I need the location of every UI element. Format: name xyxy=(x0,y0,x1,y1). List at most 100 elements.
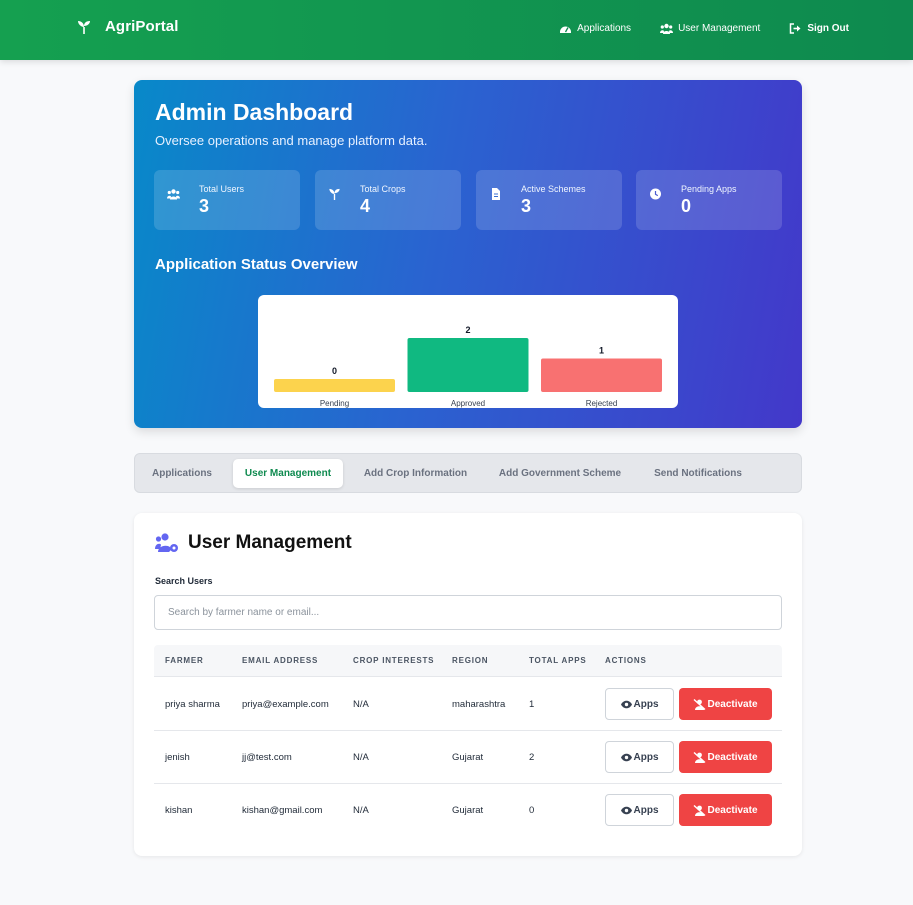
cell-email: kishan@gmail.com xyxy=(242,805,323,816)
nav-user-management-label: User Management xyxy=(678,23,761,34)
user-slash-icon xyxy=(694,804,706,816)
cell-total-apps: 0 xyxy=(529,805,535,816)
cell-farmer: priya sharma xyxy=(165,699,220,710)
stat-value: 3 xyxy=(521,196,532,216)
cell-region: Gujarat xyxy=(452,805,484,816)
data-label-rejected: 1 xyxy=(599,346,604,356)
stat-label: Total Users xyxy=(199,184,245,194)
stat-pending-apps: Pending Apps 0 xyxy=(636,170,782,230)
deactivate-label: Deactivate xyxy=(707,751,758,763)
column-header-farmer: FARMER xyxy=(165,656,204,665)
category-label-rejected: Rejected xyxy=(586,399,618,408)
nav-user-management[interactable]: User Management xyxy=(660,23,760,34)
stat-total-users: Total Users 3 xyxy=(154,170,300,230)
bar-chart: 0 Pending 2 Approved 1 Rejected xyxy=(274,324,662,408)
nav-links: Applications User Management Sign Out xyxy=(559,23,849,34)
tab-add-government-scheme[interactable]: Add Government Scheme xyxy=(487,459,633,488)
gauge-icon xyxy=(560,26,572,33)
sign-out-icon xyxy=(790,23,801,34)
users-icon xyxy=(660,23,674,34)
stat-label: Active Schemes xyxy=(521,184,586,194)
cell-region: maharashtra xyxy=(452,699,506,710)
cell-total-apps: 1 xyxy=(529,699,535,710)
tab-user-management[interactable]: User Management xyxy=(233,459,343,488)
user-slash-icon xyxy=(694,698,706,710)
tab-applications[interactable]: Applications xyxy=(143,459,221,488)
table-row: kishan kishan@gmail.com N/A Gujarat 0 Ap… xyxy=(154,784,782,837)
cell-crop-interests: N/A xyxy=(353,699,369,710)
user-slash-icon xyxy=(694,751,706,763)
table-header: FARMER EMAIL ADDRESS CROP INTERESTS REGI… xyxy=(154,645,782,677)
table-row: priya sharma priya@example.com N/A mahar… xyxy=(154,678,782,731)
cell-total-apps: 2 xyxy=(529,752,535,763)
column-header-total-apps: TOTAL APPS xyxy=(529,656,587,665)
view-apps-button[interactable]: Apps xyxy=(605,794,674,826)
user-management-panel: User Management Search Users FARMER EMAI… xyxy=(134,513,802,856)
column-header-actions: ACTIONS xyxy=(605,656,647,665)
deactivate-label: Deactivate xyxy=(707,804,758,816)
bar-pending xyxy=(274,379,395,392)
deactivate-label: Deactivate xyxy=(707,698,758,710)
deactivate-button[interactable]: Deactivate xyxy=(679,741,772,773)
stat-label: Total Crops xyxy=(360,184,406,194)
users-icon xyxy=(167,189,180,200)
seedling-icon xyxy=(78,20,90,34)
view-apps-label: Apps xyxy=(633,751,659,763)
clock-icon xyxy=(650,188,661,200)
admin-tabs: Applications User Management Add Crop In… xyxy=(134,453,802,493)
overview-title: Application Status Overview xyxy=(155,256,358,273)
eye-icon xyxy=(620,753,632,761)
stat-active-schemes: Active Schemes 3 xyxy=(476,170,622,230)
cell-farmer: kishan xyxy=(165,805,193,816)
page-title: Admin Dashboard xyxy=(155,99,354,125)
data-label-approved: 2 xyxy=(465,325,470,335)
tab-add-crop-information[interactable]: Add Crop Information xyxy=(353,459,478,488)
search-label: Search Users xyxy=(155,576,213,586)
eye-icon xyxy=(620,700,632,708)
cell-region: Gujarat xyxy=(452,752,484,763)
cell-crop-interests: N/A xyxy=(353,752,369,763)
deactivate-button[interactable]: Deactivate xyxy=(679,794,772,826)
cell-crop-interests: N/A xyxy=(353,805,369,816)
view-apps-label: Apps xyxy=(633,804,659,816)
table-row: jenish jj@test.com N/A Gujarat 2 Apps De… xyxy=(154,731,782,784)
brand-name: AgriPortal xyxy=(105,18,179,35)
bar-approved xyxy=(407,338,529,392)
data-label-pending: 0 xyxy=(332,366,337,376)
stat-value: 0 xyxy=(681,196,692,216)
application-status-chart: 0 Pending 2 Approved 1 Rejected xyxy=(258,295,678,408)
eye-icon xyxy=(620,806,632,814)
tab-send-notifications[interactable]: Send Notifications xyxy=(643,459,753,488)
stat-label: Pending Apps xyxy=(681,184,737,194)
view-apps-button[interactable]: Apps xyxy=(605,741,674,773)
cell-email: jj@test.com xyxy=(242,752,292,763)
nav-sign-out-label: Sign Out xyxy=(807,23,849,34)
bar-rejected xyxy=(541,358,662,392)
view-apps-label: Apps xyxy=(633,698,659,710)
category-label-approved: Approved xyxy=(451,399,485,408)
nav-applications-label: Applications xyxy=(577,23,632,34)
stat-value: 3 xyxy=(199,196,210,216)
page-subtitle: Oversee operations and manage platform d… xyxy=(155,133,428,148)
top-navbar: AgriPortal Applications User Management xyxy=(0,0,913,60)
panel-header: User Management xyxy=(155,532,352,554)
cell-email: priya@example.com xyxy=(242,699,329,710)
stat-value: 4 xyxy=(360,196,371,216)
brand-logo[interactable]: AgriPortal xyxy=(78,18,179,35)
view-apps-button[interactable]: Apps xyxy=(605,688,674,720)
nav-applications[interactable]: Applications xyxy=(559,23,631,34)
stat-total-crops: Total Crops 4 xyxy=(315,170,461,230)
admin-dashboard-hero: Admin Dashboard Oversee operations and m… xyxy=(134,80,802,428)
users-cog-icon xyxy=(155,533,178,552)
nav-sign-out[interactable]: Sign Out xyxy=(789,23,849,34)
category-label-pending: Pending xyxy=(320,399,349,408)
column-header-region: REGION xyxy=(452,656,489,665)
search-input[interactable] xyxy=(154,595,782,630)
document-icon xyxy=(492,188,500,200)
cell-farmer: jenish xyxy=(165,752,190,763)
column-header-crop-interests: CROP INTERESTS xyxy=(353,656,435,665)
column-header-email: EMAIL ADDRESS xyxy=(242,656,319,665)
seedling-icon xyxy=(329,188,340,200)
deactivate-button[interactable]: Deactivate xyxy=(679,688,772,720)
panel-title: User Management xyxy=(188,532,352,553)
